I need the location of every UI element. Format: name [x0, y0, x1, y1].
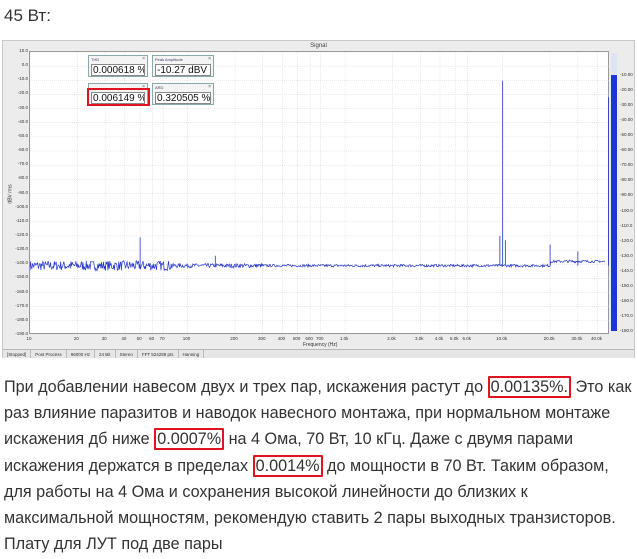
y-tick-left: 0.0: [21, 62, 28, 68]
spectrum-trace: [30, 259, 606, 272]
paragraph-text-1: При добавлении навесом двух и трех пар, …: [4, 378, 488, 396]
y-tick-right: -140.0: [620, 267, 633, 273]
x-tick: 700: [315, 336, 324, 341]
ard-meter[interactable]: ARD × 0.320505 %: [152, 83, 214, 105]
y-tick-right: -50.00: [620, 132, 633, 138]
status-field: Stereo: [116, 350, 138, 358]
close-icon[interactable]: ×: [208, 56, 211, 62]
x-tick: 10.0k: [496, 336, 508, 341]
y-tick-right: -110.0: [620, 222, 633, 228]
y-tick-right: -20.00: [620, 87, 633, 93]
x-tick: 20.0k: [543, 336, 555, 341]
y-tick-left: -90.0: [17, 189, 28, 195]
status-field: FFT 524288 pts: [138, 350, 179, 358]
y-tick-right: -60.00: [620, 147, 633, 153]
y-tick-right: -170.0: [620, 312, 633, 318]
y-tick-left: -40.0: [17, 118, 28, 124]
x-tick: 1.0k: [339, 336, 349, 341]
y-tick-left: -150.0: [15, 274, 28, 280]
y-tick-right: -90.00: [620, 192, 633, 198]
status-bar: [Stopped] Post Process 96000 Hz 24 Bit Stere…: [3, 349, 634, 358]
thd-meter[interactable]: THD × 0.000618 %: [88, 55, 148, 77]
highlight-value-2: 0.0007%: [154, 428, 225, 451]
y-tick-left: -10.0: [17, 76, 28, 82]
thdn-highlight-box: [87, 88, 150, 106]
status-field: Hanning: [179, 350, 205, 358]
highlight-value-3: 0.0014%: [252, 454, 323, 477]
thd-value: 0.000618 %: [91, 64, 145, 76]
level-meter-background: [611, 53, 617, 75]
y-tick-right: -10.00: [620, 72, 633, 77]
y-tick-left: -180.0: [15, 316, 28, 322]
y-tick-left: -120.0: [15, 231, 28, 237]
y-tick-left: -170.0: [15, 302, 28, 308]
x-tick: 100: [182, 336, 191, 341]
status-field: 24 Bit: [95, 350, 116, 358]
x-tick: 40.0k: [591, 336, 603, 341]
y-tick-right: -100.0: [620, 207, 633, 213]
level-meter-bar: [611, 75, 617, 331]
ard-meter-caption: ARD: [155, 85, 164, 90]
y-tick-left: -20.0: [17, 90, 28, 96]
status-field: Post Process: [31, 350, 67, 358]
y-tick-left: -100.0: [15, 203, 28, 209]
close-icon[interactable]: ×: [142, 56, 145, 62]
y-tick-right: -130.0: [620, 252, 633, 258]
x-tick: 6.0k: [462, 336, 471, 341]
y-tick-left: -110.0: [15, 217, 28, 223]
y-tick-right: -160.0: [620, 297, 633, 303]
peak-meter-caption: Peak Amplitude: [155, 57, 183, 62]
x-tick: 10: [26, 336, 32, 341]
y-tick-right: -120.0: [620, 237, 633, 243]
article-paragraph: При добавлении навесом двух и трех пар, …: [4, 374, 634, 557]
status-field: [Stopped]: [3, 350, 32, 358]
y-tick-right: -70.00: [620, 162, 633, 168]
x-tick: 2.0k: [387, 336, 396, 341]
x-tick: 70: [159, 336, 165, 341]
y-tick-left: -70.0: [17, 161, 28, 167]
peak-meter[interactable]: Peak Amplitude × -10.27 dBV r: [152, 55, 214, 77]
x-axis-label: Frequency (Hz): [303, 342, 338, 348]
y-tick-left: -30.0: [17, 104, 28, 110]
window-title: Signal: [310, 43, 327, 49]
heading: 45 Вт:: [4, 6, 51, 25]
highlight-value-1: 0.00135%.: [487, 376, 572, 398]
spectrum-plot: THD × 0.000618 % Peak Amplitude × -10.27…: [29, 51, 610, 335]
y-tick-right: -30.00: [620, 102, 633, 108]
y-tick-left: 10.0: [19, 48, 28, 53]
x-tick: 30.0k: [571, 336, 583, 341]
y-tick-right: -180.0: [620, 328, 633, 333]
y-tick-left: -50.0: [17, 132, 28, 138]
x-tick: 3.0k: [415, 336, 424, 341]
x-tick: 200: [230, 336, 238, 341]
analyzer-screenshot: Signal dBV rms 10.0 0.0 -10.0 -20.0 -30.0 -40…: [2, 40, 635, 358]
peak-value: -10.27 dBV r: [155, 64, 211, 76]
x-tick: 300: [257, 336, 266, 341]
y-tick-right: -150.0: [620, 282, 633, 288]
y-tick-left: -60.0: [17, 147, 28, 153]
x-tick: 30: [101, 336, 107, 341]
status-field: 96000 Hz: [67, 350, 96, 358]
y-tick-right: -40.00: [620, 117, 633, 123]
ard-value: 0.320505 %: [155, 92, 211, 104]
y-tick-left: -160.0: [15, 288, 28, 294]
close-icon[interactable]: ×: [208, 84, 211, 90]
x-tick: 20: [73, 336, 79, 341]
y-tick-left: -80.0: [17, 175, 28, 181]
y-tick-right: -80.00: [620, 177, 633, 183]
thd-meter-caption: THD: [91, 57, 100, 62]
y-tick-left: -130.0: [15, 246, 28, 252]
y-tick-left: -140.0: [15, 260, 28, 266]
